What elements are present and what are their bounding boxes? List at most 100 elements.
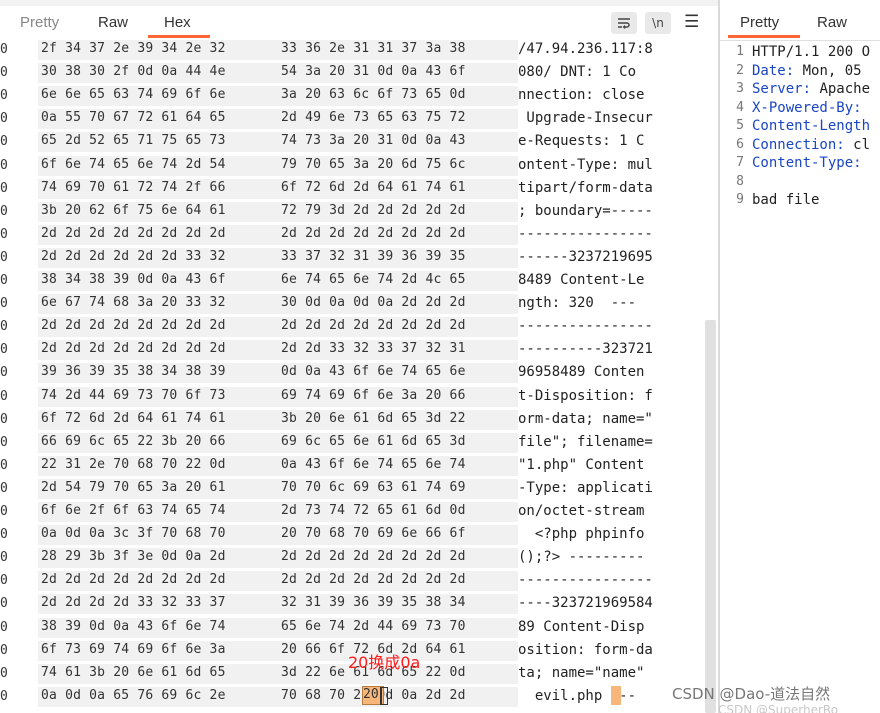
newline-toggle-button[interactable]: \n: [645, 12, 671, 34]
hex-bytes-right: 6e 74 65 6e 74 2d 4c 65: [281, 272, 466, 287]
hex-row[interactable]: 0 6f 72 6d 2d 64 61 74 61 3b 20 6e 61 6d 6…: [0, 409, 705, 433]
response-panel: Pretty Raw 1 HTTP/1.1 200 O 2 Date: Mon, 05…: [720, 0, 880, 713]
hex-row[interactable]: 0 2f 34 37 2e 39 34 2e 32 33 36 2e 31 31 3…: [0, 40, 705, 63]
response-line: 5 Content-Length: [720, 118, 880, 136]
hex-bytes-left: 0a 0d 0a 3c 3f 70 68 70: [41, 526, 226, 542]
hex-row-ascii: on/octet-stream: [518, 503, 645, 519]
hex-row[interactable]: 0 65 2d 52 65 71 75 65 73 74 73 3a 20 31 0…: [0, 132, 705, 155]
hex-row-offset: 0: [0, 42, 8, 57]
hex-row-offset: 0: [0, 665, 8, 681]
watermark: CSDN @Dao-道法自然: [672, 685, 831, 703]
hex-row[interactable]: 0 2d 54 79 70 65 3a 20 61 70 70 6c 69 63 6…: [0, 478, 705, 502]
hex-row[interactable]: 0 39 36 39 35 38 34 38 39 0d 0a 43 6f 6e 7…: [0, 363, 705, 386]
hex-row-ascii: -Type: applicati: [518, 479, 653, 496]
hex-bytes-left: 28 29 3b 3f 3e 0d 0a 2d: [41, 549, 226, 565]
hex-row-ascii: ----------------: [518, 225, 653, 242]
hex-row[interactable]: 0 38 34 38 39 0d 0a 43 6f 6e 74 65 6e 74 2…: [0, 271, 705, 294]
hex-bytes-left: 39 36 39 35 38 34 38 39: [41, 364, 226, 380]
hex-bytes-left: 6f 73 69 74 69 6f 6e 3a: [41, 641, 226, 657]
hex-bytes-left: 2d 2d 2d 2d 2d 2d 2d 2d: [41, 572, 226, 588]
hex-row[interactable]: 0 66 69 6c 65 22 3b 20 66 69 6c 65 6e 61 6…: [0, 432, 705, 456]
hex-row[interactable]: 0 6f 6e 2f 6f 63 74 65 74 2d 73 74 72 65 6…: [0, 502, 705, 525]
hex-bytes-right: 2d 2d 2d 2d 2d 2d 2d 2d: [281, 549, 466, 565]
hex-scrollbar-thumb[interactable]: [705, 320, 716, 713]
hex-bytes-right: 2d 2d 2d 2d 2d 2d 2d 2d: [281, 225, 466, 241]
hex-bytes-right: 32 31 39 36 39 35 38 34: [281, 595, 466, 611]
hex-row[interactable]: 0 2d 2d 2d 2d 2d 2d 2d 2d 2d 2d 2d 2d 2d 2…: [0, 224, 705, 248]
hex-row[interactable]: 0 0a 0d 0a 3c 3f 70 68 70 20 70 68 70 69 6…: [0, 525, 705, 548]
hex-bytes-right: 74 73 3a 20 31 0d 0a 43: [281, 133, 466, 149]
tab-raw[interactable]: Raw: [98, 14, 128, 31]
tab-hex[interactable]: Hex: [164, 14, 191, 31]
request-tabbar: Pretty Raw Hex \n ☰: [0, 6, 718, 40]
hex-row-ascii: /47.94.236.117:8: [518, 41, 653, 57]
response-tabbar: Pretty Raw: [720, 6, 880, 40]
header-value: cl: [844, 136, 871, 153]
response-active-tab-indicator: [728, 35, 800, 38]
hex-row-ascii: "1.php" Content: [518, 456, 645, 473]
response-line: 1 HTTP/1.1 200 O: [720, 44, 880, 62]
hex-row[interactable]: 0 6e 6e 65 63 74 69 6f 6e 3a 20 63 6c 6f 7…: [0, 86, 705, 109]
hex-row[interactable]: 0 2d 2d 2d 2d 2d 2d 2d 2d 2d 2d 2d 2d 2d 2…: [0, 317, 705, 340]
hex-bytes-right: 6f 72 6d 2d 64 61 74 61: [281, 179, 466, 195]
hex-bytes-left: 6f 6e 74 65 6e 74 2d 54: [41, 156, 226, 172]
hex-row-offset: 0: [0, 180, 8, 196]
response-line: 8: [720, 174, 880, 192]
watermark-secondary: CSDN @SuperherRo: [718, 703, 839, 713]
hex-row-ascii: ----------323721: [518, 341, 653, 358]
hex-bytes-right: 2d 73 74 72 65 61 6d 0d: [281, 503, 466, 518]
hex-bytes-right: 30 0d 0a 0d 0a 2d 2d 2d: [281, 295, 466, 311]
hex-row[interactable]: 0 6f 6e 74 65 6e 74 2d 54 79 70 65 3a 20 6…: [0, 155, 705, 179]
hex-row-ascii: tipart/form-data: [518, 179, 653, 196]
hex-row-ascii: ();?> ---------: [518, 549, 645, 566]
line-number: 9: [736, 192, 744, 207]
hex-view[interactable]: 0 2f 34 37 2e 39 34 2e 32 33 36 2e 31 31 3…: [0, 40, 705, 713]
hex-row[interactable]: 0 74 69 70 61 72 74 2f 66 6f 72 6d 2d 64 6…: [0, 178, 705, 202]
hex-row[interactable]: 0 74 2d 44 69 73 70 6f 73 69 74 69 6f 6e 3…: [0, 386, 705, 410]
response-body[interactable]: 1 HTTP/1.1 200 O 2 Date: Mon, 05 3 Server: Ap…: [720, 40, 880, 713]
hex-row-offset: 0: [0, 134, 8, 150]
hex-bytes-right: 54 3a 20 31 0d 0a 43 6f: [281, 64, 466, 80]
hex-row[interactable]: 0 30 38 30 2f 0d 0a 44 4e 54 3a 20 31 0d 0…: [0, 63, 705, 86]
line-number: 8: [736, 173, 744, 189]
hex-row-offset: 0: [0, 111, 8, 127]
hex-row-offset: 0: [0, 619, 8, 635]
hex-bytes-left: 74 69 70 61 72 74 2f 66: [41, 179, 226, 195]
response-tab-pretty[interactable]: Pretty: [740, 14, 779, 31]
response-line-text: Content-Length: [752, 118, 870, 134]
hex-row[interactable]: 0 28 29 3b 3f 3e 0d 0a 2d 2d 2d 2d 2d 2d 2…: [0, 548, 705, 571]
hex-row[interactable]: 0 2d 2d 2d 2d 33 32 33 37 32 31 39 36 39 3…: [0, 594, 705, 617]
hex-bytes-left: 65 2d 52 65 71 75 65 73: [41, 133, 226, 149]
request-panel: Pretty Raw Hex \n ☰ 0 2f 34 37 2e 39 34 2…: [0, 0, 718, 713]
response-line-text: Content-Type:: [752, 155, 862, 171]
tab-pretty[interactable]: Pretty: [20, 14, 59, 31]
hex-bytes-left: 2d 2d 2d 2d 2d 2d 2d 2d: [41, 341, 226, 357]
hex-row-ascii: ----------------: [518, 572, 653, 589]
hex-row[interactable]: 0 2d 2d 2d 2d 2d 2d 2d 2d 2d 2d 2d 2d 2d 2…: [0, 571, 705, 594]
hex-row[interactable]: 0 3b 20 62 6f 75 6e 64 61 72 79 3d 2d 2d 2…: [0, 201, 705, 225]
header-value: Apache: [811, 81, 871, 97]
hex-row[interactable]: 0 6e 67 74 68 3a 20 33 32 30 0d 0a 0d 0a 2…: [0, 294, 705, 317]
hex-row[interactable]: 0 22 31 2e 70 68 70 22 0d 0a 43 6f 6e 74 6…: [0, 455, 705, 479]
hex-bytes-left: 6f 6e 2f 6f 63 74 65 74: [41, 503, 226, 518]
hex-bytes-left: 6f 72 6d 2d 64 61 74 61: [41, 410, 226, 426]
wrap-lines-icon[interactable]: [611, 12, 637, 34]
hex-row[interactable]: 0 2d 2d 2d 2d 2d 2d 2d 2d 2d 2d 33 32 33 3…: [0, 340, 705, 363]
hex-row[interactable]: 0 0a 55 70 67 72 61 64 65 2d 49 6e 73 65 6…: [0, 109, 705, 132]
hex-bytes-right: 72 79 3d 2d 2d 2d 2d 2d: [281, 202, 466, 218]
hamburger-menu-icon[interactable]: ☰: [684, 12, 699, 32]
hex-row-ascii: ; boundary=-----: [518, 202, 653, 219]
active-tab-indicator: [148, 35, 210, 38]
hex-row[interactable]: 0 38 39 0d 0a 43 6f 6e 74 65 6e 74 2d 44 6…: [0, 617, 705, 641]
hex-bytes-left: 74 61 3b 20 6e 61 6d 65: [41, 664, 226, 680]
hex-bytes-left: 2f 34 37 2e 39 34 2e 32: [41, 41, 226, 56]
response-tab-raw[interactable]: Raw: [817, 14, 847, 31]
hex-row[interactable]: 00a 0d 0a 65 76 69 6c 2e70 68 70 20 0d 0…: [0, 686, 705, 710]
response-line: 3 Server: Apache: [720, 81, 880, 99]
hex-bytes-left: 2d 2d 2d 2d 33 32 33 37: [41, 595, 226, 611]
hex-row[interactable]: 0 2d 2d 2d 2d 2d 2d 33 32 33 37 32 31 39 3…: [0, 247, 705, 271]
hex-row-ascii: e-Requests: 1 C: [518, 133, 645, 150]
hex-bytes-left: 2d 2d 2d 2d 2d 2d 2d 2d: [41, 225, 226, 241]
hex-bytes-right: 0d 0a 43 6f 6e 74 65 6e: [281, 364, 466, 380]
hex-row-ascii: osition: form-da: [518, 641, 653, 658]
